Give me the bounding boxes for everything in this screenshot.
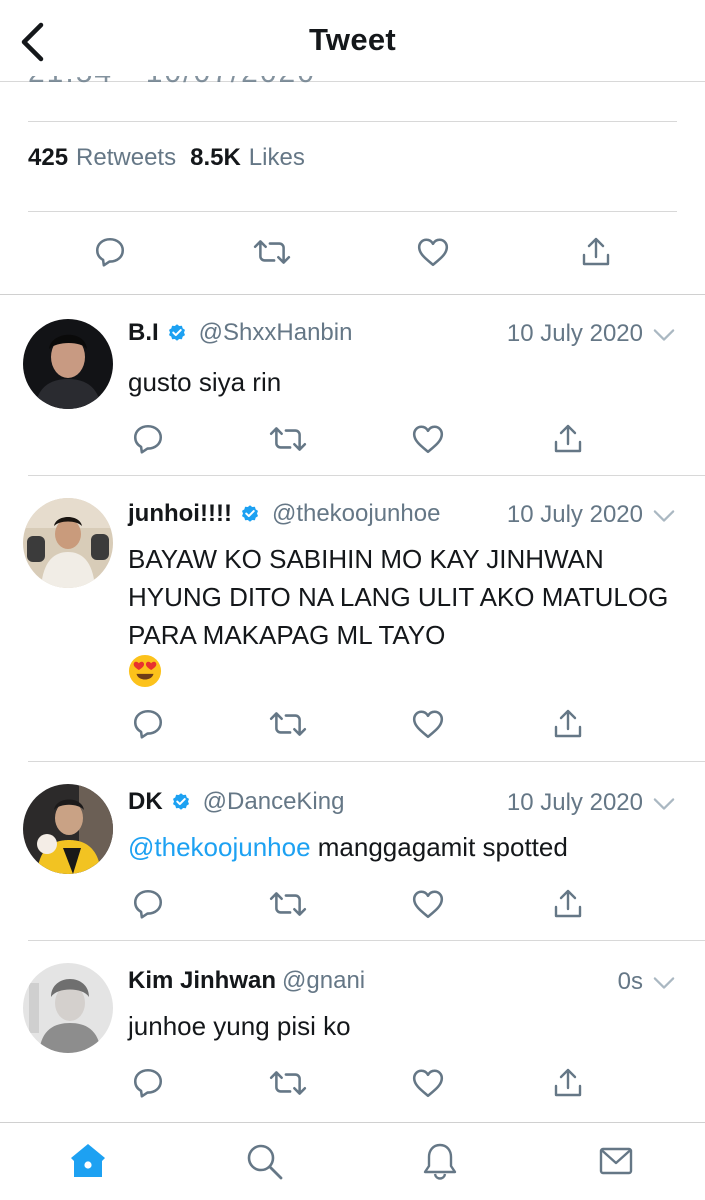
like-icon[interactable] xyxy=(410,886,446,922)
chevron-down-icon[interactable] xyxy=(653,328,675,342)
reply-icon[interactable] xyxy=(130,706,166,742)
reply-text: @thekoojunhoe manggagamit spotted xyxy=(128,828,688,866)
avatar[interactable] xyxy=(23,784,113,874)
likes-stat[interactable]: 8.5K Likes xyxy=(190,144,305,172)
share-icon[interactable] xyxy=(578,234,614,270)
reply-text-content: BAYAW KO SABIHIN MO KAY JINHWAN HYUNG DI… xyxy=(128,544,669,650)
home-icon[interactable] xyxy=(66,1139,110,1183)
top-bar: 21:54 · 10/07/2020 Tweet xyxy=(0,0,705,89)
retweet-icon[interactable] xyxy=(268,421,308,457)
handle[interactable]: @gnani xyxy=(282,967,365,995)
reply-header: junhoi!!!! @thekoojunhoe xyxy=(128,500,440,528)
reply-tweet[interactable]: B.I @ShxxHanbin 10 July 2020 gusto siya … xyxy=(0,295,705,475)
bottom-tab-bar xyxy=(0,1122,705,1200)
like-icon[interactable] xyxy=(410,1065,446,1101)
mention-link[interactable]: @thekoojunhoe xyxy=(128,832,311,862)
retweets-count: 425 xyxy=(28,144,69,171)
reply-text-content: manggagamit spotted xyxy=(310,832,568,862)
reply-header: B.I @ShxxHanbin xyxy=(128,319,352,347)
reply-date: 0s xyxy=(617,968,643,995)
reply-text: gusto siya rin xyxy=(128,367,282,397)
divider xyxy=(28,121,677,122)
retweet-icon[interactable] xyxy=(268,706,308,742)
retweet-icon[interactable] xyxy=(252,234,292,270)
page-title: Tweet xyxy=(308,22,397,57)
tweet-timestamp-cutoff: 21:54 · 10/07/2020 xyxy=(28,56,316,89)
handle[interactable]: @DanceKing xyxy=(203,788,345,816)
reply-tweet[interactable]: Kim Jinhwan @gnani 0s junhoe yung pisi k… xyxy=(0,941,705,1121)
display-name[interactable]: B.I xyxy=(128,319,159,347)
tweet-stats: 425 Retweets 8.5K Likes xyxy=(28,144,305,172)
display-name[interactable]: junhoi!!!! xyxy=(128,500,232,528)
chevron-down-icon[interactable] xyxy=(653,797,675,811)
handle[interactable]: @thekoojunhoe xyxy=(272,500,441,528)
share-icon[interactable] xyxy=(550,421,586,457)
reply-date: 10 July 2020 xyxy=(506,789,643,816)
reply-icon[interactable] xyxy=(130,421,166,457)
notifications-icon[interactable] xyxy=(418,1139,462,1183)
avatar[interactable] xyxy=(23,963,113,1053)
likes-count: 8.5K xyxy=(190,144,241,171)
like-icon[interactable] xyxy=(410,421,446,457)
main-tweet-actions xyxy=(0,228,705,278)
messages-icon[interactable] xyxy=(594,1139,638,1183)
like-icon[interactable] xyxy=(415,234,451,270)
reply-text: BAYAW KO SABIHIN MO KAY JINHWAN HYUNG DI… xyxy=(128,540,678,692)
handle[interactable]: @ShxxHanbin xyxy=(199,319,353,347)
reply-header: DK @DanceKing xyxy=(128,788,344,816)
reply-date: 10 July 2020 xyxy=(506,320,643,347)
reply-text: junhoe yung pisi ko xyxy=(128,1011,351,1041)
display-name[interactable]: DK xyxy=(128,788,163,816)
reply-icon[interactable] xyxy=(130,1065,166,1101)
reply-icon[interactable] xyxy=(92,234,128,270)
display-name[interactable]: Kim Jinhwan xyxy=(128,967,276,995)
retweets-label: Retweets xyxy=(76,144,177,171)
share-icon[interactable] xyxy=(550,706,586,742)
reply-tweet[interactable]: DK @DanceKing 10 July 2020 @thekoojunhoe… xyxy=(0,762,705,940)
reply-icon[interactable] xyxy=(130,886,166,922)
chevron-down-icon[interactable] xyxy=(653,976,675,990)
search-icon[interactable] xyxy=(242,1139,286,1183)
reply-tweet[interactable]: junhoi!!!! @thekoojunhoe 10 July 2020 BA… xyxy=(0,476,705,761)
reply-date: 10 July 2020 xyxy=(506,501,643,528)
verified-icon xyxy=(171,792,191,812)
like-icon[interactable] xyxy=(410,706,446,742)
retweet-icon[interactable] xyxy=(268,886,308,922)
share-icon[interactable] xyxy=(550,886,586,922)
retweets-stat[interactable]: 425 Retweets xyxy=(28,144,176,172)
chevron-down-icon[interactable] xyxy=(653,509,675,523)
verified-icon xyxy=(240,504,260,524)
divider xyxy=(28,211,677,212)
retweet-icon[interactable] xyxy=(268,1065,308,1101)
heart-eyes-icon xyxy=(128,654,162,688)
likes-label: Likes xyxy=(248,144,305,171)
share-icon[interactable] xyxy=(550,1065,586,1101)
avatar[interactable] xyxy=(23,498,113,588)
reply-header: Kim Jinhwan @gnani xyxy=(128,967,365,995)
avatar[interactable] xyxy=(23,319,113,409)
verified-icon xyxy=(167,323,187,343)
